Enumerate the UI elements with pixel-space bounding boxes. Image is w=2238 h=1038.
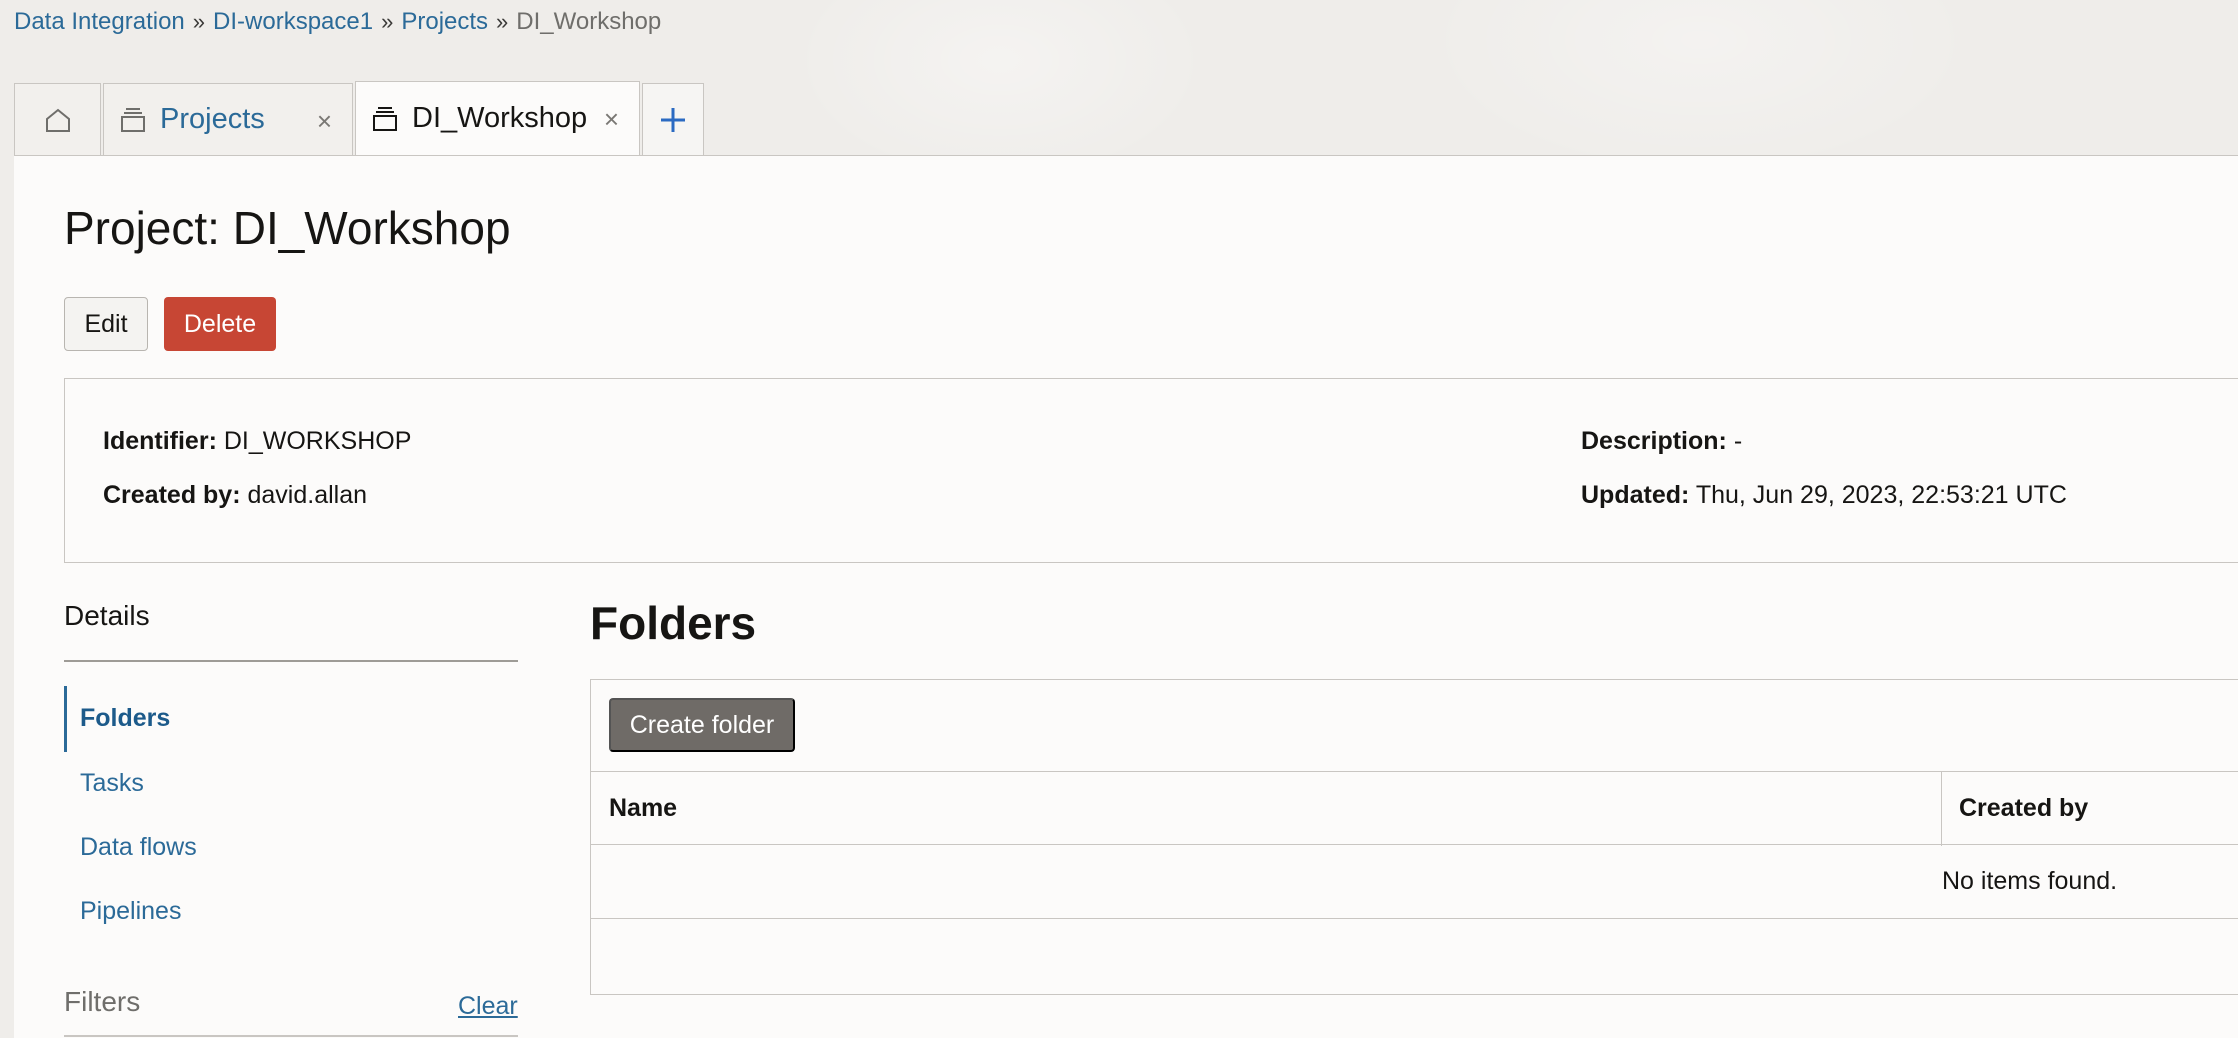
description-label: Description:	[1581, 427, 1727, 455]
clear-filters-link[interactable]: Clear	[458, 992, 518, 1021]
page-title: Project: DI_Workshop	[64, 202, 511, 254]
tab-di-workshop[interactable]: DI_Workshop ×	[355, 81, 640, 155]
filters-heading: Filters	[64, 986, 141, 1017]
divider	[64, 660, 518, 662]
close-icon[interactable]: ×	[604, 104, 619, 135]
breadcrumb: Data Integration » DI-workspace1 » Proje…	[14, 8, 661, 36]
breadcrumb-workspace[interactable]: DI-workspace1	[213, 8, 373, 36]
folders-table-panel: Create folder Name Created by No items f…	[590, 679, 2238, 995]
table-header: Name Created by	[591, 771, 2238, 846]
updated-row: Updated: Thu, Jun 29, 2023, 22:53:21 UTC	[1581, 481, 2067, 510]
column-divider[interactable]	[1941, 772, 1942, 846]
home-icon	[44, 106, 72, 134]
description-value: -	[1733, 427, 1743, 455]
add-tab-button[interactable]	[642, 83, 704, 155]
identifier-value: DI_WORKSHOP	[223, 427, 412, 455]
breadcrumb-separator: »	[381, 9, 394, 34]
project-icon	[370, 104, 400, 134]
created-by-value: david.allan	[247, 481, 368, 509]
tab-home[interactable]	[14, 83, 101, 155]
tab-di-workshop-label: DI_Workshop	[412, 102, 588, 134]
sidebar-item-folders[interactable]: Folders	[80, 704, 170, 733]
identifier-label: Identifier:	[103, 427, 217, 455]
table-row: No items found.	[591, 845, 2238, 919]
active-indicator	[64, 686, 67, 752]
breadcrumb-projects[interactable]: Projects	[401, 8, 488, 36]
empty-message: No items found.	[1942, 867, 2118, 895]
updated-label: Updated:	[1581, 481, 1690, 509]
details-heading: Details	[64, 600, 150, 631]
folders-heading: Folders	[590, 597, 757, 649]
sidebar-item-pipelines[interactable]: Pipelines	[80, 897, 181, 926]
create-folder-button[interactable]: Create folder	[609, 698, 795, 752]
tab-bar: Projects × DI_Workshop ×	[14, 81, 706, 155]
tab-projects[interactable]: Projects ×	[103, 83, 353, 155]
breadcrumb-separator: »	[496, 9, 509, 34]
breadcrumb-separator: »	[192, 9, 206, 34]
sidebar-item-data-flows[interactable]: Data flows	[80, 833, 197, 862]
delete-button[interactable]: Delete	[164, 297, 276, 351]
column-header-name[interactable]: Name	[609, 794, 677, 823]
tab-projects-label: Projects	[160, 103, 265, 135]
plus-icon	[658, 105, 688, 135]
breadcrumb-data-integration[interactable]: Data Integration	[14, 8, 185, 36]
project-icon	[118, 105, 148, 135]
sidebar-item-tasks[interactable]: Tasks	[80, 769, 144, 798]
column-header-created-by[interactable]: Created by	[1959, 794, 2088, 823]
main-content: Project: DI_Workshop Edit Delete Identif…	[14, 155, 2238, 1038]
description-row: Description: -	[1581, 427, 1742, 456]
divider	[64, 1035, 518, 1037]
identifier-row: Identifier: DI_WORKSHOP	[103, 427, 411, 456]
breadcrumb-current: DI_Workshop	[516, 8, 662, 35]
created-by-row: Created by: david.allan	[103, 481, 367, 510]
updated-value: Thu, Jun 29, 2023, 22:53:21 UTC	[1695, 481, 2067, 509]
project-info-panel: Identifier: DI_WORKSHOP Created by: davi…	[64, 378, 2238, 563]
created-by-label: Created by:	[103, 481, 241, 509]
edit-button[interactable]: Edit	[64, 297, 148, 351]
close-icon[interactable]: ×	[317, 106, 332, 137]
